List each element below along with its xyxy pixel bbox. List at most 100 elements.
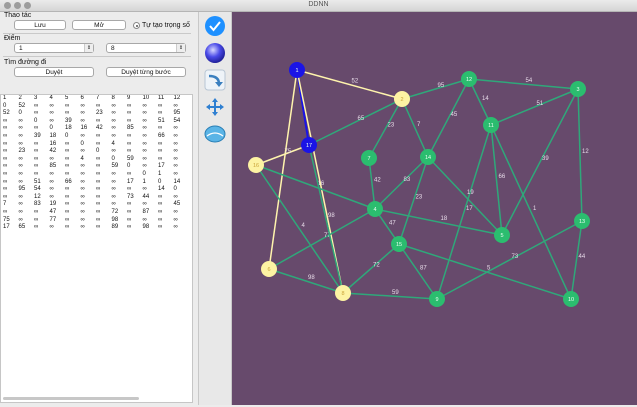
graph-edge[interactable] (577, 88, 583, 222)
matrix-cell: 39 (34, 132, 41, 139)
new-graph-tool[interactable] (204, 123, 226, 145)
graph-edge[interactable] (570, 220, 583, 300)
traverse-button[interactable]: Duyệt (14, 67, 94, 77)
find-path-label: Tìm đường đi (4, 59, 47, 66)
from-point-select[interactable]: 1 ⇕ (14, 43, 94, 53)
graph-edge[interactable] (427, 156, 503, 236)
matrix-cell: ∞ (173, 216, 178, 223)
matrix-cell: ∞ (49, 170, 54, 177)
graph-edge[interactable] (490, 124, 503, 236)
matrix-cell: ∞ (96, 178, 101, 185)
divider (3, 56, 191, 57)
matrix-cell: ∞ (18, 163, 23, 170)
autogen-weight-radio[interactable] (133, 22, 140, 29)
graph-canvas[interactable]: 52 75 65 95 23 7 54 14 45 51 39 12 66 17 1 42 83 23 19 16 4 1… (232, 12, 637, 405)
matrix-cell: ∞ (65, 216, 70, 223)
node-label: 3 (576, 87, 579, 93)
move-tool[interactable] (204, 96, 226, 118)
matrix-cell: ∞ (158, 201, 163, 208)
confirm-tool[interactable] (204, 15, 226, 37)
graph-edge[interactable] (401, 98, 429, 158)
matrix-cell: 87 (142, 208, 150, 215)
matrix-cell: ∞ (80, 132, 85, 139)
matrix-cell: ∞ (18, 193, 23, 200)
matrix-cell: ∞ (34, 102, 39, 109)
adjacency-matrix[interactable]: 1 2 3 4 5 6 7 8 9 10 11 12 0 52 ∞ ∞ ∞ ∞ ∞ ∞ ∞ ∞ ∞ ∞ 52 0 ∞ ∞ ∞ ∞ 23 ∞ ∞ ∞… (0, 94, 193, 403)
graph-edge[interactable] (398, 243, 438, 300)
control-panel: Thao tác Lưu Mở Tự tạo trọng số Điểm 1 ⇕… (0, 12, 198, 405)
add-node-tool[interactable] (204, 42, 226, 64)
graph-edge[interactable] (308, 144, 344, 294)
matrix-cell: ∞ (96, 155, 101, 162)
graph-edge[interactable] (401, 78, 470, 100)
graph-edge[interactable] (296, 69, 403, 100)
matrix-cell: 16 (80, 125, 88, 132)
matrix-cell: ∞ (80, 208, 85, 215)
matrix-cell: 0 (127, 163, 131, 170)
diem-label: Điểm (4, 35, 21, 42)
graph-edge[interactable] (268, 69, 298, 270)
matrix-cell: ∞ (111, 201, 116, 208)
graph-edge[interactable] (398, 243, 572, 300)
add-edge-tool[interactable] (204, 69, 226, 91)
graph-edge[interactable] (427, 78, 470, 158)
matrix-cell: ∞ (65, 224, 70, 231)
matrix-cell: ∞ (3, 170, 8, 177)
graph-edge[interactable] (268, 208, 376, 270)
graph-edge[interactable] (436, 124, 492, 300)
graph-edge[interactable] (490, 124, 572, 300)
matrix-cell: 11 (158, 95, 165, 101)
matrix-row: ∞ ∞ ∞ 85 ∞ ∞ ∞ 59 0 ∞ 17 ∞ (3, 163, 189, 171)
matrix-cell: ∞ (127, 170, 132, 177)
edge-weight-label: 95 (438, 83, 445, 89)
matrix-row: 52 0 ∞ ∞ ∞ ∞ 23 ∞ ∞ ∞ ∞ 95 (3, 110, 189, 118)
matrix-cell: ∞ (65, 193, 70, 200)
matrix-cell: ∞ (3, 193, 8, 200)
graph-edge[interactable] (342, 243, 400, 294)
matrix-cell: ∞ (34, 216, 39, 223)
graph-edge[interactable] (268, 268, 344, 294)
matrix-cell: ∞ (96, 140, 101, 147)
matrix-cell: ∞ (158, 102, 163, 109)
horizontal-scrollbar[interactable] (3, 397, 139, 400)
graph-edge[interactable] (468, 78, 579, 90)
save-button[interactable]: Lưu (14, 20, 66, 30)
matrix-cell: ∞ (158, 125, 163, 132)
matrix-cell: ∞ (34, 170, 39, 177)
graph-edge[interactable] (342, 292, 438, 300)
matrix-cell: ∞ (158, 140, 163, 147)
step-traverse-button[interactable]: Duyệt từng bước (106, 67, 186, 77)
matrix-cell: ∞ (65, 155, 70, 162)
matrix-cell: ∞ (142, 102, 147, 109)
matrix-table: 1 2 3 4 5 6 7 8 9 10 11 12 0 52 ∞ ∞ ∞ ∞ ∞ ∞ ∞ ∞ ∞ ∞ 52 0 ∞ ∞ ∞ ∞ 23 ∞ ∞ ∞… (3, 95, 189, 232)
tool-strip (198, 12, 232, 405)
graph-svg[interactable]: 5275659523 75414455139126617 142 8323191641… (232, 12, 637, 405)
graph-edge[interactable] (255, 144, 310, 166)
matrix-row: ∞ 95 54 ∞ ∞ ∞ ∞ ∞ ∞ ∞ 14 0 (3, 186, 189, 194)
matrix-cell: ∞ (96, 208, 101, 215)
matrix-cell: ∞ (3, 125, 8, 132)
matrix-cell: 1 (142, 178, 146, 185)
graph-edge[interactable] (490, 88, 579, 126)
matrix-cell: ∞ (80, 163, 85, 170)
to-point-select[interactable]: 8 ⇕ (106, 43, 186, 53)
matrix-cell: ∞ (34, 155, 39, 162)
matrix-cell: ∞ (142, 110, 147, 117)
graph-edge[interactable] (501, 88, 579, 236)
edge-weight-label: 7 (417, 122, 421, 128)
matrix-cell: ∞ (18, 140, 23, 147)
matrix-cell: ∞ (80, 186, 85, 193)
graph-edge[interactable] (398, 156, 429, 245)
edge-weight-label: 73 (512, 254, 519, 260)
matrix-cell: ∞ (173, 132, 178, 139)
matrix-cell: ∞ (127, 216, 132, 223)
matrix-cell: 65 (18, 224, 26, 231)
matrix-cell: 3 (34, 95, 38, 101)
matrix-cell: ∞ (80, 178, 85, 185)
curved-arrow-icon (204, 69, 226, 91)
open-button[interactable]: Mở (72, 20, 126, 30)
matrix-row: 0 52 ∞ ∞ ∞ ∞ ∞ ∞ ∞ ∞ ∞ ∞ (3, 103, 189, 111)
matrix-cell: 42 (96, 125, 103, 132)
matrix-cell: ∞ (18, 132, 23, 139)
matrix-cell: ∞ (127, 132, 132, 139)
